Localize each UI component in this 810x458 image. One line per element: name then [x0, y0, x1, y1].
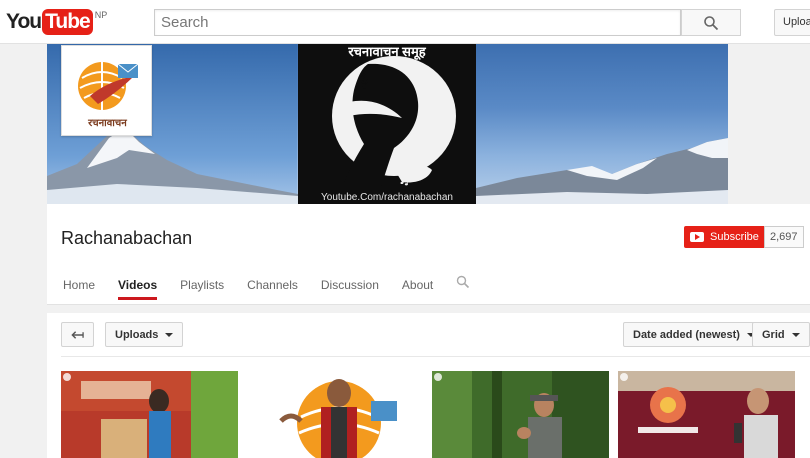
sort-label: Date added (newest)	[633, 328, 740, 341]
subscribe-label: Subscribe	[710, 231, 759, 243]
caret-down-icon	[791, 332, 800, 337]
logo-you-text: You	[6, 10, 42, 33]
channel-search-button[interactable]	[456, 275, 470, 294]
thumbnail-image	[251, 371, 428, 458]
search-icon	[457, 275, 470, 289]
channel-title[interactable]: Rachanabachan	[61, 228, 192, 249]
masthead: You Tube NP Upload	[0, 0, 810, 44]
banner-center-artwork: 𝄞 ♫ रचनावाचन समूह Youtube.Com/rachanabac…	[298, 44, 476, 204]
channel-avatar[interactable]: रचनावाचन	[61, 45, 152, 136]
videos-panel: Uploads Date added (newest) Grid	[47, 313, 810, 458]
youtube-logo[interactable]: You Tube NP	[6, 9, 107, 35]
svg-text:𝄞: 𝄞	[358, 68, 369, 89]
tab-videos[interactable]: Videos	[118, 278, 158, 300]
back-button[interactable]	[61, 322, 94, 347]
svg-text:♫: ♫	[398, 172, 411, 188]
view-dropdown[interactable]: Grid	[752, 322, 810, 347]
tab-home[interactable]: Home	[63, 278, 95, 300]
youtube-play-icon	[690, 232, 704, 242]
thumbnail-image	[61, 371, 238, 458]
silhouette-illustration: 𝄞 ♫	[298, 44, 476, 204]
search-icon	[704, 15, 719, 30]
channel-header: Rachanabachan Subscribe 2,697 Home Video…	[47, 204, 810, 305]
caret-down-icon	[165, 332, 174, 337]
toolbar-divider	[61, 356, 810, 357]
upload-button[interactable]: Upload	[774, 9, 810, 36]
sort-dropdown[interactable]: Date added (newest)	[623, 322, 765, 347]
tab-discussion[interactable]: Discussion	[321, 278, 379, 300]
thumbnail-image	[432, 371, 609, 458]
uploads-label: Uploads	[115, 328, 159, 341]
banner-group-name: रचनावाचन समूह	[348, 44, 426, 59]
video-thumbnail[interactable]	[61, 371, 238, 458]
avatar-label: रचनावाचन	[88, 118, 127, 129]
logo-tube-text: Tube	[42, 9, 93, 35]
view-label: Grid	[762, 328, 785, 341]
video-thumbnail[interactable]	[618, 371, 795, 458]
subscribe-button[interactable]: Subscribe	[684, 226, 767, 248]
tab-playlists[interactable]: Playlists	[180, 278, 224, 300]
video-thumbnail[interactable]	[251, 371, 428, 458]
thumbnail-image	[618, 371, 795, 458]
arrow-left-icon	[71, 330, 84, 339]
video-thumbnail[interactable]	[432, 371, 609, 458]
logo-region-code: NP	[94, 10, 108, 20]
search-input[interactable]	[154, 9, 681, 36]
banner-channel-url: Youtube.Com/rachanabachan	[321, 192, 453, 203]
search-button[interactable]	[681, 9, 741, 36]
subscriber-count: 2,697	[764, 226, 804, 248]
uploads-dropdown[interactable]: Uploads	[105, 322, 184, 347]
channel-tabs: Home Videos Playlists Channels Discussio…	[63, 275, 470, 300]
tab-about[interactable]: About	[402, 278, 433, 300]
tab-channels[interactable]: Channels	[247, 278, 298, 300]
